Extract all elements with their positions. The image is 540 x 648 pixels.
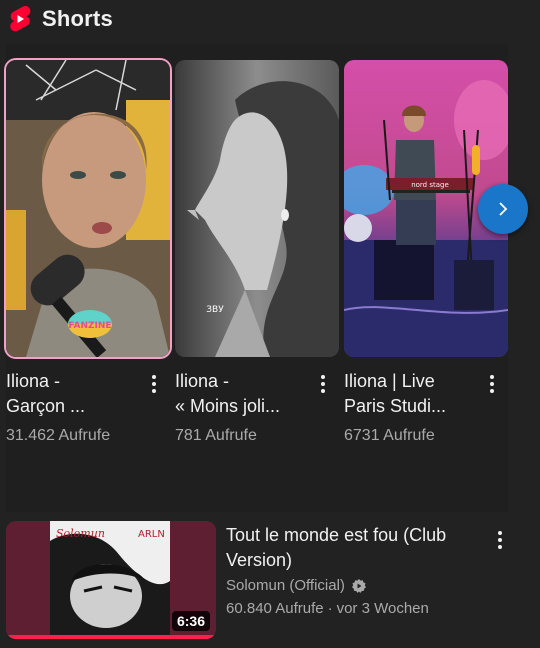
cover-text: ARLN — [138, 529, 165, 540]
video-info: Tout le monde est fou (Club Version) Sol… — [226, 523, 486, 617]
short-title-line[interactable]: « Moins joli... — [175, 394, 309, 419]
shorts-shelf: FANZINE Iliona - Garçon ... 31.462 Aufru… — [6, 44, 508, 512]
short-title-line[interactable]: Iliona | Live — [344, 369, 478, 394]
separator: · — [327, 600, 333, 617]
verified-artist-icon — [351, 578, 366, 593]
short-thumbnail[interactable]: FANZINE — [6, 60, 170, 357]
short-card[interactable]: FANZINE Iliona - Garçon ... 31.462 Aufru… — [6, 60, 170, 445]
short-view-count: 31.462 Aufrufe — [6, 427, 111, 444]
video-view-count: 60.840 Aufrufe — [226, 600, 324, 617]
keyboard-label: nord stage — [411, 181, 449, 189]
channel-line: Solomun (Official) — [226, 577, 486, 594]
short-view-count: 6731 Aufrufe — [344, 427, 435, 444]
cover-text: Solomun — [56, 527, 105, 540]
short-card[interactable]: nord stage Iliona | Live Paris Studi... … — [344, 60, 508, 445]
channel-name[interactable]: Solomun (Official) — [226, 577, 345, 594]
video-thumbnail[interactable]: Solomun ARLN 6:36 — [6, 521, 216, 639]
short-view-count: 781 Aufrufe — [175, 427, 257, 444]
thumbnail-watermark: ЗВУ — [206, 305, 224, 315]
more-options-icon[interactable] — [313, 371, 333, 397]
video-title[interactable]: Tout le monde est fou (Club Version) — [226, 523, 486, 573]
video-list-item[interactable]: Solomun ARLN 6:36 Tout le monde est fou … — [6, 521, 526, 639]
short-title-line[interactable]: Iliona - — [175, 369, 309, 394]
short-title-line[interactable]: Iliona - — [6, 369, 140, 394]
short-title-line[interactable]: Garçon ... — [6, 394, 140, 419]
more-options-icon[interactable] — [482, 371, 502, 397]
upload-age: vor 3 Wochen — [336, 600, 429, 617]
short-card[interactable]: ЗВУ Iliona - « Moins joli... 781 Aufrufe — [175, 60, 339, 445]
short-thumbnail[interactable]: ЗВУ — [175, 60, 339, 357]
watch-progress-fill — [6, 635, 216, 639]
section-title: Shorts — [42, 6, 113, 31]
video-stats: 60.840 Aufrufe · vor 3 Wochen — [226, 600, 486, 617]
watch-progress-bar — [6, 635, 216, 639]
shorts-logo-icon — [10, 6, 31, 32]
next-button[interactable] — [478, 184, 528, 234]
shorts-header: Shorts — [8, 4, 113, 34]
more-options-icon[interactable] — [490, 527, 510, 553]
fanzine-badge: FANZINE — [68, 321, 111, 331]
more-options-icon[interactable] — [144, 371, 164, 397]
short-title-line[interactable]: Paris Studi... — [344, 394, 478, 419]
duration-badge: 6:36 — [171, 611, 210, 631]
chevron-right-icon — [499, 202, 508, 216]
